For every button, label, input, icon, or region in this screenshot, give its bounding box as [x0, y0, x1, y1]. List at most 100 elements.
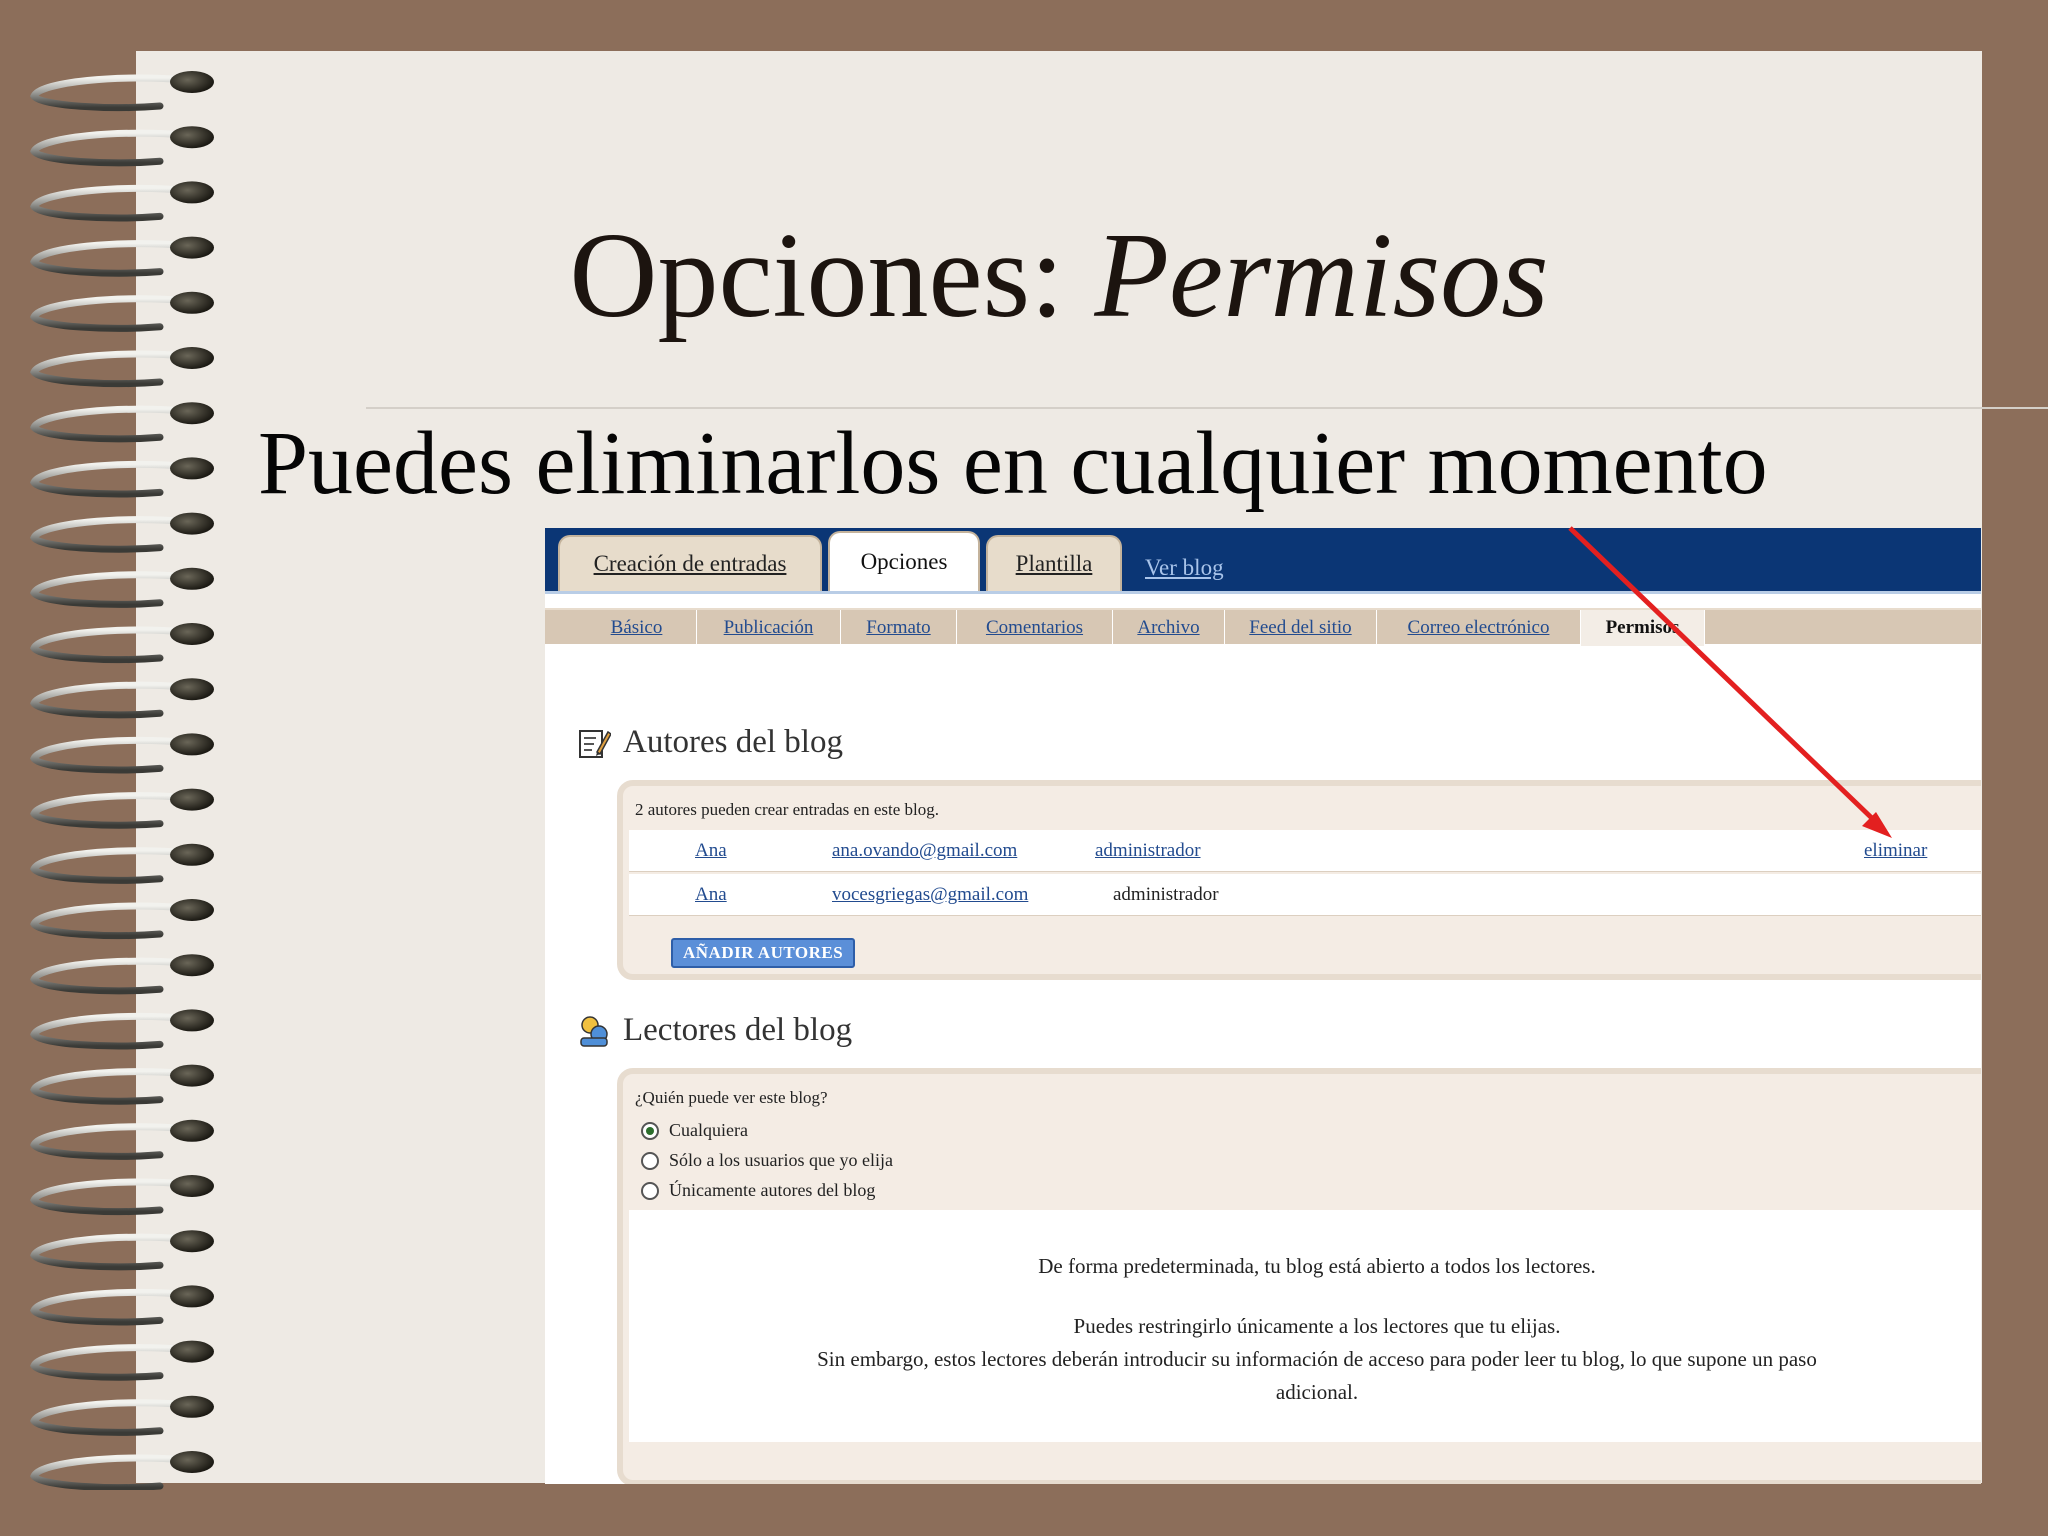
spiral-coil	[30, 626, 190, 664]
author-email-link[interactable]: vocesgriegas@gmail.com	[832, 884, 1028, 906]
binding-hole	[170, 347, 214, 369]
info-line-default: De forma predeterminada, tu blog está ab…	[1038, 1254, 1596, 1278]
readers-title-label: Lectores del blog	[623, 1012, 853, 1048]
spiral-coil	[30, 1288, 190, 1326]
binding-hole	[170, 1175, 214, 1197]
spiral-coil	[30, 681, 190, 719]
author-role-text: administrador	[1113, 884, 1219, 905]
spiral-coil	[30, 1178, 190, 1216]
binding-hole	[170, 1064, 214, 1087]
info-line-restrict: Puedes restringirlo únicamente a los lec…	[1073, 1314, 1561, 1338]
spiral-coil	[30, 1012, 190, 1050]
option-label: Únicamente autores del blog	[669, 1180, 876, 1200]
spiral-coil	[30, 1068, 190, 1105]
slide-title: Opciones: Permisos	[136, 206, 1982, 346]
spiral-coil	[30, 350, 190, 388]
spiral-coil	[30, 792, 190, 829]
radio-button[interactable]	[641, 1181, 659, 1200]
readers-box: ¿Quién puede ver este blog? Cualquiera S…	[617, 1068, 1981, 1484]
spiral-coil	[30, 1123, 190, 1160]
title-divider	[366, 407, 2048, 409]
binding-hole	[170, 788, 214, 811]
subnav-item-publicacion[interactable]: Publicación	[697, 610, 841, 646]
author-role-link[interactable]: administrador	[1095, 840, 1201, 862]
binding-hole	[170, 899, 214, 921]
radio-button-selected[interactable]	[641, 1121, 659, 1140]
spiral-coil	[30, 405, 190, 443]
reader-option-cualquiera[interactable]: Cualquiera	[641, 1120, 748, 1141]
binding-hole	[170, 512, 214, 535]
binding-hole	[170, 1451, 214, 1473]
binding-hole	[170, 1340, 214, 1363]
spiral-coil	[30, 295, 190, 332]
table-row: Ana ana.ovando@gmail.com administrador e…	[629, 830, 1981, 872]
subnav-item-feed[interactable]: Feed del sitio	[1225, 610, 1377, 646]
binding-hole	[170, 71, 214, 93]
spiral-coil	[30, 240, 190, 277]
reader-option-autores[interactable]: Únicamente autores del blog	[641, 1180, 875, 1201]
spiral-coil	[30, 1399, 190, 1436]
spiral-coil	[30, 1233, 190, 1271]
reader-option-usuarios[interactable]: Sólo a los usuarios que yo elija	[641, 1150, 893, 1171]
option-label: Cualquiera	[669, 1120, 748, 1140]
binding-hole	[170, 1285, 214, 1308]
binding-hole	[170, 181, 214, 204]
top-nav-bar: Creación de entradas Opciones Plantilla …	[545, 528, 1981, 594]
bullet-text: Puedes eliminarlos en cualquier momento	[258, 414, 1768, 513]
info-line-login: Sin embargo, estos lectores deberán intr…	[817, 1347, 1817, 1371]
tab-plantilla[interactable]: Plantilla	[986, 535, 1122, 591]
spiral-coil	[30, 957, 190, 995]
tab-opciones[interactable]: Opciones	[828, 531, 980, 591]
binding-hole	[170, 1119, 214, 1142]
users-icon	[580, 1015, 608, 1047]
subnav-item-basico[interactable]: Básico	[577, 610, 697, 646]
author-name-link[interactable]: Ana	[695, 884, 727, 906]
blogger-screenshot: Creación de entradas Opciones Plantilla …	[545, 528, 1981, 1484]
spiral-coil	[30, 129, 190, 167]
spiral-binding-icon	[30, 71, 214, 1490]
readers-question: ¿Quién puede ver este blog?	[635, 1088, 828, 1107]
spiral-coil	[30, 902, 190, 940]
add-authors-button[interactable]: AÑADIR AUTORES	[671, 938, 856, 968]
spiral-coil	[30, 736, 190, 774]
tab-creacion-entradas[interactable]: Creación de entradas	[558, 535, 822, 591]
edit-document-icon	[579, 729, 611, 758]
readers-info-panel: De forma predeterminada, tu blog está ab…	[629, 1210, 1981, 1442]
table-row: Ana vocesgriegas@gmail.com administrador	[629, 874, 1981, 916]
spiral-coil	[30, 847, 190, 884]
binding-hole	[170, 236, 214, 259]
subnav-item-archivo[interactable]: Archivo	[1113, 610, 1225, 646]
author-email-link[interactable]: ana.ovando@gmail.com	[832, 840, 1017, 862]
authors-section-title: Autores del blog	[577, 724, 843, 761]
option-label: Sólo a los usuarios que yo elija	[669, 1150, 893, 1170]
binding-hole	[170, 1230, 214, 1253]
author-name-link[interactable]: Ana	[695, 840, 727, 862]
binding-hole	[170, 457, 214, 480]
eliminar-link[interactable]: eliminar	[1864, 840, 1927, 862]
binding-hole	[170, 954, 214, 977]
radio-button[interactable]	[641, 1151, 659, 1170]
subnav-item-formato[interactable]: Formato	[841, 610, 957, 646]
title-main: Opciones:	[569, 208, 1065, 343]
subnav-item-correo[interactable]: Correo electrónico	[1377, 610, 1581, 646]
spiral-coil	[30, 1344, 190, 1381]
spiral-coil	[30, 516, 190, 553]
info-line-extra: adicional.	[1275, 1380, 1359, 1404]
ver-blog-link[interactable]: Ver blog	[1145, 555, 1224, 581]
authors-title-label: Autores del blog	[623, 724, 843, 760]
subnav-item-comentarios[interactable]: Comentarios	[957, 610, 1113, 646]
binding-hole	[170, 678, 214, 701]
binding-hole	[170, 567, 214, 590]
spiral-coil	[30, 460, 190, 498]
spiral-coil	[30, 1454, 190, 1490]
binding-hole	[170, 623, 214, 645]
spiral-coil	[30, 571, 190, 608]
binding-hole	[170, 126, 214, 149]
subnav-item-permisos[interactable]: Permisos	[1581, 610, 1705, 646]
title-italic: Permisos	[1094, 208, 1549, 343]
authors-box: 2 autores pueden crear entradas en este …	[617, 780, 1981, 980]
binding-hole	[170, 1009, 214, 1032]
binding-hole	[170, 291, 214, 314]
readers-section-title: Lectores del blog	[577, 1012, 852, 1049]
binding-hole	[170, 733, 214, 756]
